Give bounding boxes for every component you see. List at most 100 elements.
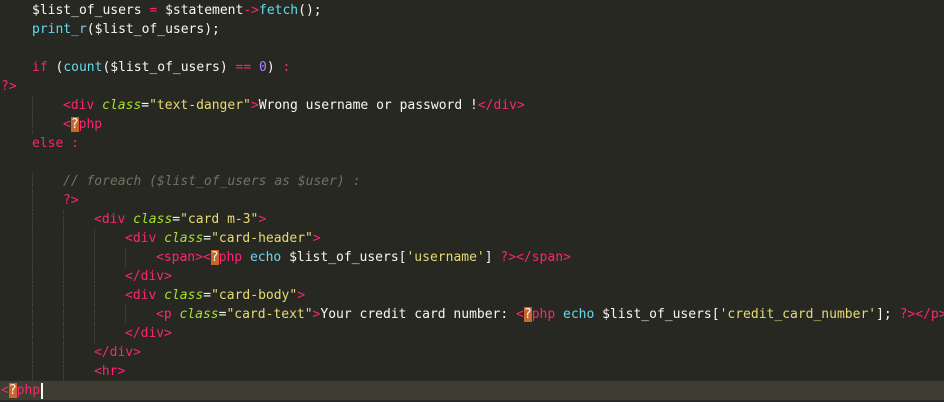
code-token: ?>	[63, 193, 79, 208]
indent-guide	[63, 248, 64, 267]
indent-guide	[32, 248, 33, 267]
code-line[interactable]: <div class="card m-3">	[0, 210, 944, 229]
indent-guide	[32, 229, 33, 248]
code-token: <div	[125, 288, 157, 303]
code-token: >	[312, 231, 321, 246]
code-line-text: </div>	[125, 267, 172, 286]
indent-guide	[32, 343, 33, 362]
code-line-text: <div class="text-danger">Wrong username …	[63, 96, 525, 115]
code-token: ==	[235, 60, 252, 75]
indent-guide	[63, 267, 64, 286]
code-token: >	[258, 212, 267, 227]
indent-guide	[125, 248, 126, 267]
indent-guide	[94, 286, 95, 305]
indent-guide	[32, 324, 33, 343]
indent-guide	[94, 229, 95, 248]
code-line[interactable]: </div>	[0, 324, 944, 343]
code-line[interactable]: ?>	[0, 191, 944, 210]
code-line[interactable]: <?php	[0, 115, 944, 134]
code-token: class	[179, 307, 219, 322]
code-line-text: if (count($list_of_users) == 0) :	[32, 58, 290, 77]
code-line-text: <div class="card-body">	[125, 286, 305, 305]
code-line-text: print_r($list_of_users);	[32, 20, 220, 39]
code-token: ?	[8, 383, 17, 398]
indent-guide	[63, 362, 64, 381]
code-token: <div	[94, 212, 126, 227]
code-line[interactable]: <div class="card-body">	[0, 286, 944, 305]
code-token: php	[16, 383, 41, 398]
code-token: =	[203, 288, 212, 303]
code-line[interactable]: <p class="card-text">Your credit card nu…	[0, 305, 944, 324]
code-line[interactable]: if (count($list_of_users) == 0) :	[0, 58, 944, 77]
code-line-text: </div>	[94, 343, 141, 362]
code-token: ];	[876, 307, 900, 322]
code-token: Your credit card number:	[320, 307, 517, 322]
code-token: </div>	[125, 269, 172, 284]
code-token: </div>	[125, 326, 172, 341]
code-token: $list_of_users	[602, 307, 712, 322]
code-token: ?	[523, 307, 532, 322]
indent-guide	[32, 115, 33, 134]
indent-guide	[94, 248, 95, 267]
code-line[interactable]: ?>	[0, 77, 944, 96]
code-line[interactable]: <div class="card-header">	[0, 229, 944, 248]
code-token: ();	[298, 3, 322, 18]
code-token: php	[531, 307, 556, 322]
code-token: ->	[243, 3, 259, 18]
code-line[interactable]: </div>	[0, 343, 944, 362]
code-token: ]	[484, 250, 501, 265]
code-token: );	[204, 22, 220, 37]
code-line[interactable]: $list_of_users = $statement->fetch();	[0, 1, 944, 20]
indent-guide	[32, 191, 33, 210]
code-line[interactable]	[0, 153, 944, 172]
code-token: )	[219, 60, 236, 75]
code-token: "text-danger"	[149, 98, 251, 113]
code-line-text: // foreach ($list_of_users as $user) :	[63, 172, 360, 191]
code-line-text: ?>	[63, 191, 79, 210]
code-line-text: <p class="card-text">Your credit card nu…	[156, 305, 944, 324]
code-token: echo	[249, 250, 282, 265]
indent-guide	[32, 305, 33, 324]
code-line-text: </div>	[125, 324, 172, 343]
code-token: ?>	[899, 307, 916, 322]
code-token: $statement	[165, 3, 244, 18]
code-token: =	[172, 212, 181, 227]
code-line[interactable]: // foreach ($list_of_users as $user) :	[0, 172, 944, 191]
code-line[interactable]: <hr>	[0, 362, 944, 381]
indent-guide	[94, 305, 95, 324]
indent-guide	[63, 210, 64, 229]
indent-guide	[94, 267, 95, 286]
code-line[interactable]: <?php	[0, 381, 944, 400]
code-token: $list_of_users	[110, 60, 220, 75]
code-token: </div>	[477, 98, 525, 113]
code-line[interactable]: else :	[0, 134, 944, 153]
code-token: if	[32, 60, 48, 75]
code-line[interactable]: </div>	[0, 267, 944, 286]
indent-guide	[63, 343, 64, 362]
indent-guide	[125, 305, 126, 324]
code-line[interactable]	[0, 39, 944, 58]
code-token: ?>	[1, 79, 17, 94]
code-line-text: <?php	[63, 115, 102, 134]
code-token: ?	[210, 250, 219, 265]
code-line[interactable]: <div class="text-danger">Wrong username …	[0, 96, 944, 115]
code-line[interactable]: <span><?php echo $list_of_users['usernam…	[0, 248, 944, 267]
code-line-text: ?>	[1, 77, 17, 96]
code-token: echo	[563, 307, 595, 322]
code-line-text: $list_of_users = $statement->fetch();	[32, 1, 322, 20]
code-token: (	[47, 60, 64, 75]
code-editor[interactable]: $list_of_users = $statement->fetch(); pri…	[0, 1, 944, 402]
code-token: :	[282, 60, 291, 75]
code-token: (	[86, 22, 95, 37]
code-token: 'username'	[406, 250, 485, 265]
code-token: )	[266, 60, 283, 75]
code-token: "card-text"	[226, 307, 313, 322]
code-line[interactable]: print_r($list_of_users);	[0, 20, 944, 39]
indent-guide	[63, 229, 64, 248]
code-line-text: <hr>	[94, 362, 125, 381]
code-line-text: <div class="card-header">	[125, 229, 321, 248]
indent-guide	[94, 324, 95, 343]
